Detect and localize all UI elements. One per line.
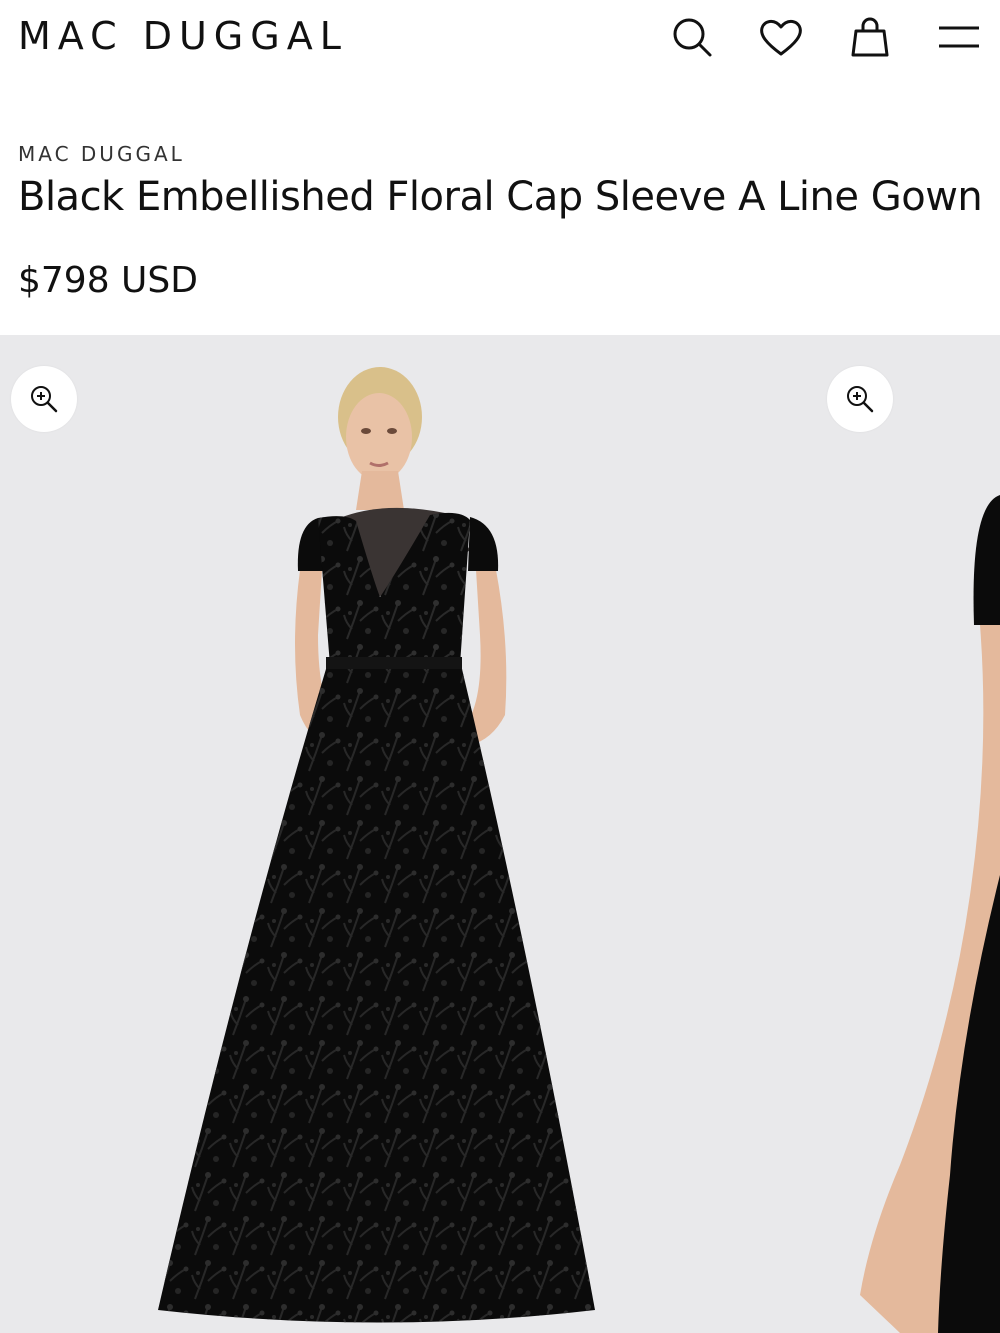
- header-icons: [667, 12, 984, 62]
- product-title: Black Embellished Floral Cap Sleeve A Li…: [18, 174, 983, 220]
- zoom-in-button-2[interactable]: [827, 366, 893, 432]
- gown-model-illustration: [158, 367, 595, 1323]
- menu-icon[interactable]: [934, 12, 984, 62]
- heart-icon[interactable]: [756, 12, 806, 62]
- product-image-gallery[interactable]: [0, 335, 1000, 1333]
- product-brand[interactable]: MAC DUGGAL: [18, 142, 185, 166]
- product-image-back-preview[interactable]: [840, 335, 1000, 1333]
- product-price: $798 USD: [18, 260, 198, 301]
- site-logo[interactable]: MAC DUGGAL: [18, 14, 348, 58]
- gown-model-partial-illustration: [860, 495, 1000, 1333]
- product-image-front[interactable]: [0, 335, 900, 1333]
- product-info: MAC DUGGAL Black Embellished Floral Cap …: [0, 80, 1000, 335]
- zoom-in-button[interactable]: [11, 366, 77, 432]
- search-icon[interactable]: [667, 12, 717, 62]
- site-header: MAC DUGGAL: [0, 0, 1000, 80]
- shopping-bag-icon[interactable]: [845, 12, 895, 62]
- zoom-in-icon: [847, 386, 874, 413]
- zoom-in-icon: [31, 386, 58, 413]
